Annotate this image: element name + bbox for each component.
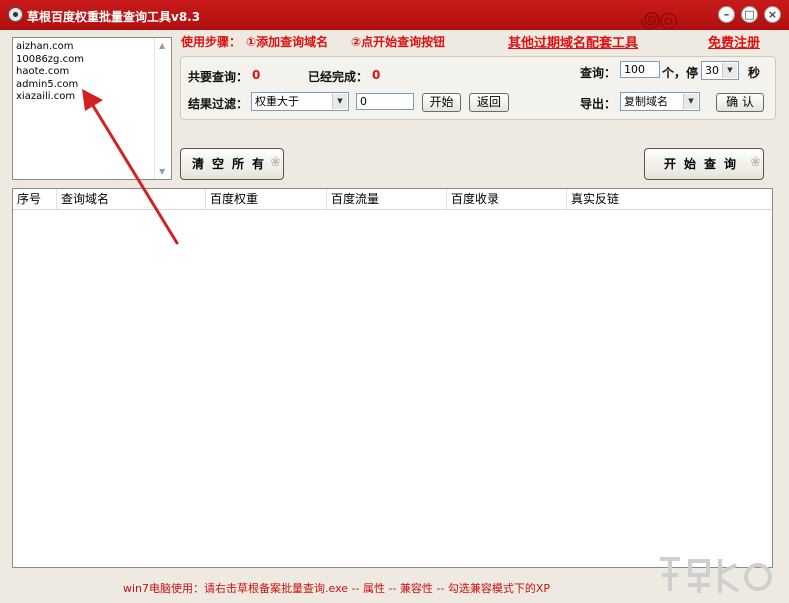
footer-note: win7电脑使用：请右击草根备案批量查询.exe -- 属性 -- 兼容性 --…	[123, 582, 550, 595]
annotation-arrow-icon	[82, 89, 179, 245]
watermark-logo-icon	[660, 557, 772, 593]
